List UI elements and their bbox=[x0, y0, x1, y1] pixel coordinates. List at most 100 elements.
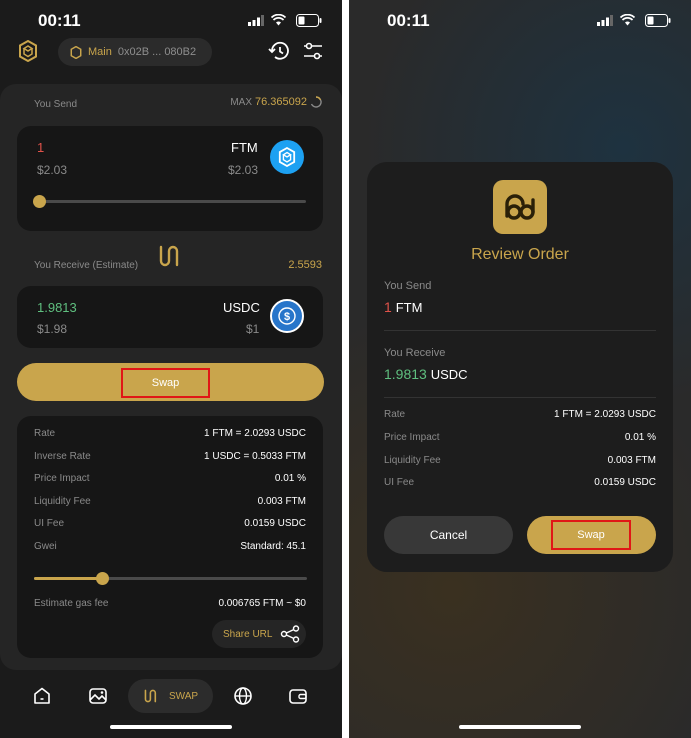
review-key: UI Fee bbox=[384, 477, 415, 488]
detail-row: Gwei Standard: 45.1 bbox=[34, 541, 306, 552]
review-logo-icon bbox=[493, 180, 547, 234]
nav-swap-tab[interactable]: SWAP bbox=[128, 679, 213, 713]
receive-usd-left: $1.98 bbox=[37, 322, 68, 336]
cancel-button[interactable]: Cancel bbox=[384, 516, 513, 554]
detail-row: Rate 1 FTM = 2.0293 USDC bbox=[34, 428, 306, 439]
detail-key: Price Impact bbox=[34, 473, 90, 484]
receive-estimate: 2.5593 bbox=[288, 259, 322, 271]
review-title: Review Order bbox=[471, 246, 569, 263]
send-amount-slider[interactable] bbox=[38, 200, 306, 203]
nav-swap-icon bbox=[144, 689, 157, 703]
review-send-label: You Send bbox=[384, 280, 432, 292]
ftm-token-icon[interactable] bbox=[270, 140, 304, 174]
max-label: MAX bbox=[230, 96, 252, 108]
detail-value: 0.003 FTM bbox=[257, 496, 306, 507]
confirm-swap-label: Swap bbox=[551, 520, 631, 550]
nav-browser-icon[interactable] bbox=[233, 686, 253, 706]
gas-slider-fill bbox=[34, 577, 103, 580]
detail-row: UI Fee 0.0159 USDC bbox=[34, 518, 306, 529]
review-value: 0.003 FTM bbox=[607, 455, 656, 466]
review-key: Liquidity Fee bbox=[384, 455, 441, 466]
wallet-logo-icon bbox=[70, 45, 82, 59]
svg-text:$: $ bbox=[284, 311, 290, 323]
refresh-icon[interactable] bbox=[310, 96, 322, 108]
review-receive-label: You Receive bbox=[384, 347, 446, 359]
you-send-label: You Send bbox=[34, 99, 78, 110]
review-order-dialog: Review Order You Send 1 FTM You Receive … bbox=[367, 162, 673, 572]
signal-icon bbox=[248, 15, 264, 26]
send-slider-handle[interactable] bbox=[33, 195, 46, 208]
nav-nft-icon[interactable] bbox=[88, 686, 108, 706]
home-indicator bbox=[459, 725, 581, 729]
review-receive-amount: 1.9813 USDC bbox=[384, 366, 468, 382]
status-bar: 00:11 bbox=[349, 0, 691, 42]
cancel-button-label: Cancel bbox=[429, 528, 468, 542]
max-value: 76.365092 bbox=[255, 96, 307, 108]
review-row: UI Fee 0.0159 USDC bbox=[384, 477, 656, 488]
gas-fee-label: Estimate gas fee bbox=[34, 598, 109, 609]
review-row: Rate 1 FTM = 2.0293 USDC bbox=[384, 409, 656, 420]
divider bbox=[384, 397, 656, 398]
divider bbox=[384, 330, 656, 331]
review-send-amount: 1 FTM bbox=[384, 299, 422, 315]
review-row: Price Impact 0.01 % bbox=[384, 432, 656, 443]
receive-usd-right: $1 bbox=[246, 322, 260, 336]
status-bar: 00:11 bbox=[0, 0, 342, 42]
detail-key: Gwei bbox=[34, 541, 57, 552]
wifi-icon bbox=[271, 14, 286, 26]
wallet-name: Main bbox=[88, 46, 112, 58]
receive-amount: 1.9813 bbox=[37, 300, 77, 315]
review-value: 0.01 % bbox=[624, 432, 656, 443]
signal-icon bbox=[597, 15, 613, 26]
send-token-symbol[interactable]: FTM bbox=[231, 140, 258, 155]
home-indicator bbox=[110, 725, 232, 729]
share-icon bbox=[281, 625, 300, 643]
max-balance[interactable]: MAX 76.365092 bbox=[230, 96, 322, 108]
detail-row: Liquidity Fee 0.003 FTM bbox=[34, 496, 306, 507]
gas-fee-value: 0.006765 FTM ~ $0 bbox=[218, 598, 306, 609]
you-receive-label: You Receive (Estimate) bbox=[34, 260, 139, 271]
review-key: Price Impact bbox=[384, 432, 440, 443]
review-row: Liquidity Fee 0.003 FTM bbox=[384, 455, 656, 466]
swap-button-label: Swap bbox=[121, 368, 210, 398]
review-value: 1 FTM = 2.0293 USDC bbox=[554, 409, 656, 420]
battery-icon bbox=[296, 14, 322, 27]
app-logo-icon[interactable] bbox=[18, 40, 38, 62]
nav-wallet-icon[interactable] bbox=[288, 686, 308, 706]
detail-value: 0.01 % bbox=[274, 473, 306, 484]
review-key: Rate bbox=[384, 409, 406, 420]
nav-home-icon[interactable] bbox=[32, 686, 52, 706]
swap-screen: 00:11 Main 0x02B ... 080B2 You Send MAX … bbox=[0, 0, 342, 738]
receive-card: 1.9813 USDC $ $1.98 $1 bbox=[17, 286, 323, 348]
detail-value: 1 USDC = 0.5033 FTM bbox=[204, 451, 306, 462]
review-send-value: 1 bbox=[384, 299, 392, 315]
wifi-icon bbox=[620, 14, 635, 26]
detail-key: Liquidity Fee bbox=[34, 496, 91, 507]
share-url-label: Share URL bbox=[223, 628, 273, 640]
review-send-token: FTM bbox=[395, 300, 423, 315]
battery-icon bbox=[645, 14, 671, 27]
review-receive-value: 1.9813 bbox=[384, 366, 427, 382]
detail-value: Standard: 45.1 bbox=[240, 541, 306, 552]
wallet-address: 0x02B ... 080B2 bbox=[117, 46, 197, 58]
sliders-settings-icon[interactable] bbox=[303, 41, 323, 61]
detail-key: UI Fee bbox=[34, 518, 65, 529]
status-time: 00:11 bbox=[38, 11, 81, 30]
detail-value: 1 FTM = 2.0293 USDC bbox=[204, 428, 306, 439]
receive-token-symbol[interactable]: USDC bbox=[223, 300, 260, 315]
wallet-selector[interactable]: Main 0x02B ... 080B2 bbox=[58, 38, 212, 66]
detail-key: Inverse Rate bbox=[34, 451, 91, 462]
review-order-screen: 00:11 Review Order You Send 1 FTM You Re… bbox=[349, 0, 691, 738]
gas-fee-row: Estimate gas fee 0.006765 FTM ~ $0 bbox=[34, 598, 306, 609]
send-amount-input[interactable]: 1 bbox=[37, 140, 44, 155]
history-icon[interactable] bbox=[268, 41, 290, 61]
confirm-swap-button[interactable]: Swap bbox=[527, 516, 656, 554]
usdc-token-icon[interactable]: $ bbox=[270, 299, 304, 333]
status-time: 00:11 bbox=[387, 11, 430, 30]
review-value: 0.0159 USDC bbox=[594, 477, 656, 488]
swap-direction-icon[interactable] bbox=[157, 243, 183, 269]
share-url-button[interactable]: Share URL bbox=[212, 620, 306, 648]
nav-swap-label: SWAP bbox=[168, 690, 199, 702]
send-usd-right: $2.03 bbox=[228, 163, 259, 177]
swap-button[interactable]: Swap bbox=[17, 363, 324, 401]
